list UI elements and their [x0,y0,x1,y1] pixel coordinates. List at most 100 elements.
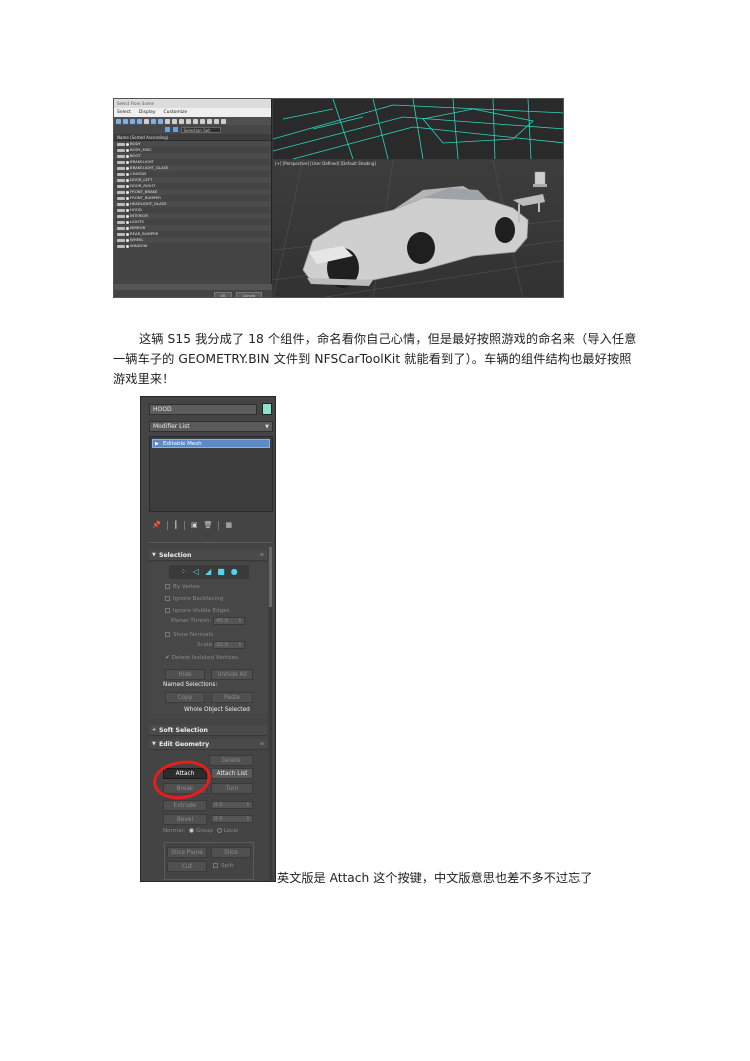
show-normals-checkbox[interactable]: Show Normals [165,631,213,639]
turn-button[interactable]: Turn [211,783,253,794]
configure-icon[interactable]: ▦ [225,521,232,529]
filter-icon[interactable] [165,118,170,124]
filter-icon[interactable] [193,118,198,124]
ok-button[interactable]: OK [214,291,232,297]
edge-icon[interactable]: ◁ [193,568,199,576]
stack-item-editable-mesh[interactable]: ▶ Editable Mesh [152,439,270,448]
filter-icon[interactable] [144,118,149,124]
ignore-visible-edges-checkbox[interactable]: Ignore Visible Edges [165,607,230,615]
scale-spinner[interactable]: 20.0 ⇕ [213,641,245,649]
top-viewport[interactable] [272,99,563,160]
rollout-pin-icon: ≡ [259,741,264,747]
object-name-field[interactable]: HOOD [149,404,257,415]
divider [183,520,185,530]
collapse-arrow-icon: ▼ [152,741,156,747]
scrollbar-thumb[interactable] [269,547,272,607]
group-label: Group [195,828,213,834]
extrude-spinner[interactable]: 0.0 ⇕ [211,801,253,809]
filter-icon[interactable] [158,118,163,124]
local-radio[interactable] [216,827,222,833]
filter-icon[interactable] [151,118,156,124]
spinner-arrows-icon[interactable]: ⇕ [246,802,250,809]
vertex-icon[interactable]: ⁘ [180,568,187,576]
filter-icon[interactable] [116,118,121,124]
selection-set-bar: Selection Set: [114,125,271,134]
element-icon[interactable]: ● [231,568,238,576]
spinner-arrows-icon[interactable]: ⇕ [246,816,250,823]
slice-plane-button[interactable]: Slice Plane [167,847,207,858]
expand-arrow-icon[interactable]: ▶ [155,440,159,448]
filter-icon[interactable] [214,118,219,124]
spinner-value: 0.0 [214,816,223,822]
slice-button[interactable]: Slice [211,847,251,858]
figure-caption: 英文版是 Attach 这个按键，中文版意思也差不多不过忘了 [277,871,593,885]
face-icon[interactable]: ◢ [205,568,211,576]
scene-screenshot: Select From Scene Select Display Customi… [113,98,564,298]
find-icon[interactable] [164,127,170,132]
filter-icon[interactable] [221,118,226,124]
remove-modifier-icon[interactable]: 🗑 [204,521,213,529]
filter-icon[interactable] [179,118,184,124]
ignore-backfacing-checkbox[interactable]: Ignore Backfacing [165,595,223,603]
checkbox-label: By Vertex [173,584,200,590]
checkbox-label: Ignore Backfacing [173,596,224,602]
highlight-icon[interactable] [172,127,178,132]
bevel-spinner[interactable]: 0.0 ⇕ [211,815,253,823]
menu-customize[interactable]: Customize [163,108,187,117]
select-from-scene-panel: Select From Scene Select Display Customi… [114,99,272,297]
paste-button[interactable]: Paste [211,692,253,703]
planar-thresh-spinner[interactable]: 45.0 ⇕ [213,617,245,625]
pin-icon[interactable]: 📌 [152,521,161,529]
hide-button[interactable]: Hide [165,669,205,680]
filter-icon[interactable] [186,118,191,124]
menu-select[interactable]: Select [117,108,131,117]
spinner-value: 0.0 [214,802,223,808]
checkbox-box [165,583,170,589]
local-label: Local [223,828,239,834]
selection-rollout-header[interactable]: ▼ Selection ≡ [149,550,267,561]
filter-icon[interactable] [200,118,205,124]
selection-set-dropdown[interactable]: Selection Set: [180,126,221,133]
extrude-button[interactable]: Extrude [163,800,207,811]
spinner-arrows-icon[interactable]: ⇕ [238,642,242,649]
chevron-down-icon: ▼ [265,424,269,430]
bevel-button[interactable]: Bevel [163,814,207,825]
edit-geometry-rollout-header[interactable]: ▼ Edit Geometry ≡ [149,739,267,750]
filter-icon[interactable] [123,118,128,124]
modifier-panel-screenshot: HOOD Modifier List ▼ ▶ Editable Mesh 📌 ┃… [140,396,276,882]
soft-selection-rollout-header[interactable]: + Soft Selection [149,725,267,736]
checkbox-box [165,595,170,601]
cancel-button[interactable]: Cancel [236,291,262,297]
spinner-arrows-icon[interactable]: ⇕ [238,618,242,625]
filter-icon[interactable] [172,118,177,124]
polygon-icon[interactable]: ■ [217,568,225,576]
cut-button[interactable]: Cut [167,861,207,872]
list-item[interactable]: WINDOW [114,243,271,249]
menu-display[interactable]: Display [139,108,156,117]
delete-button[interactable]: Delete [209,755,253,766]
filter-icon[interactable] [137,118,142,124]
column-header[interactable]: Name (Sorted Ascending) [114,134,271,141]
split-checkbox[interactable]: Split [213,862,233,871]
stack-toolbar: 📌 ┃ ▣ 🗑 ▦ [149,519,273,531]
by-vertex-checkbox[interactable]: By Vertex [165,583,200,591]
delete-isolated-checkbox[interactable]: ✔ Delete Isolated Vertices [165,654,238,662]
modifier-list-dropdown[interactable]: Modifier List ▼ [149,421,273,432]
viewport-label[interactable]: [+] [Perspective] [User Defined] [Defaul… [275,161,376,166]
show-end-result-icon[interactable]: ┃ [174,521,178,529]
normal-option-row: Normal: Group Local [163,827,238,836]
car-render [272,159,563,297]
checkbox-box [165,607,170,613]
panel-title: Select From Scene [114,99,271,108]
copy-button[interactable]: Copy [165,692,205,703]
object-color-swatch[interactable] [262,403,272,415]
group-radio[interactable] [188,827,194,833]
attach-list-button[interactable]: Attach List [211,768,253,779]
filter-icon[interactable] [207,118,212,124]
make-unique-icon[interactable]: ▣ [191,521,198,529]
collapse-arrow-icon: ▼ [152,552,156,558]
perspective-viewport[interactable]: [+] [Perspective] [User Defined] [Defaul… [272,159,563,297]
wireframe-graphic [272,99,563,160]
unhide-all-button[interactable]: Unhide All [211,669,253,680]
filter-icon[interactable] [130,118,135,124]
